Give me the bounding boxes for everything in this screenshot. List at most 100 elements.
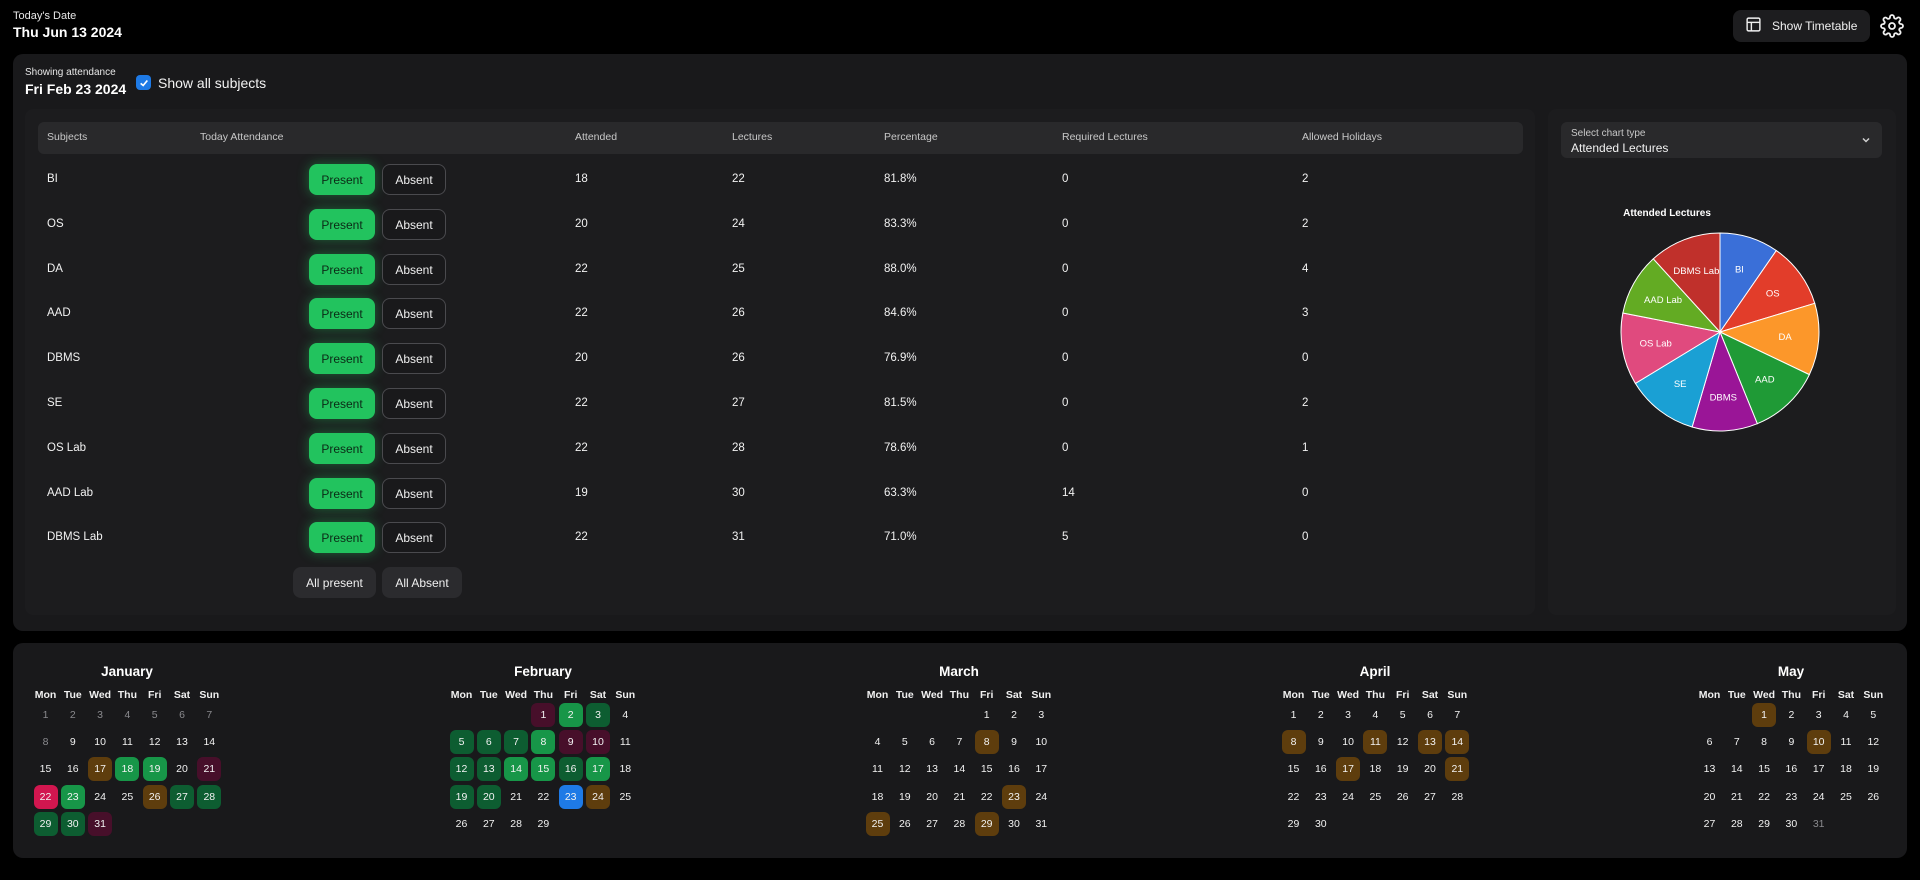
calendar-day[interactable]: 5 [1861, 703, 1885, 727]
calendar-day[interactable]: 19 [449, 784, 474, 809]
calendar-day[interactable]: 18 [1363, 757, 1387, 781]
calendar-day[interactable]: 20 [170, 757, 194, 781]
calendar-day[interactable]: 9 [558, 730, 583, 755]
calendar-day[interactable]: 5 [1391, 703, 1415, 727]
calendar-day[interactable]: 15 [1752, 757, 1776, 781]
calendar-day[interactable]: 12 [893, 757, 917, 781]
calendar-day[interactable]: 18 [613, 757, 637, 781]
calendar-day[interactable]: 18 [866, 785, 890, 809]
calendar-day[interactable]: 28 [947, 812, 971, 836]
absent-button[interactable]: Absent [382, 209, 446, 240]
calendar-day[interactable]: 9 [1779, 730, 1803, 754]
calendar-day[interactable]: 30 [1002, 812, 1026, 836]
present-button[interactable]: Present [309, 164, 375, 195]
calendar-day[interactable]: 28 [504, 812, 528, 836]
calendar-day[interactable]: 22 [1752, 785, 1776, 809]
calendar-day[interactable]: 7 [947, 730, 971, 754]
present-button[interactable]: Present [309, 522, 375, 553]
present-button[interactable]: Present [309, 298, 375, 329]
chevron-down-icon[interactable] [1860, 133, 1872, 145]
calendar-day[interactable]: 1 [975, 703, 999, 727]
absent-button[interactable]: Absent [382, 478, 446, 509]
calendar-day[interactable]: 28 [1445, 785, 1469, 809]
calendar-day[interactable]: 6 [476, 730, 501, 755]
present-button[interactable]: Present [309, 254, 375, 285]
calendar-day[interactable]: 16 [558, 757, 583, 782]
calendar-day[interactable]: 19 [1391, 757, 1415, 781]
calendar-day[interactable]: 8 [974, 730, 999, 755]
absent-button[interactable]: Absent [382, 298, 446, 329]
calendar-day[interactable]: 30 [60, 811, 85, 836]
calendar-day[interactable]: 20 [476, 784, 501, 809]
calendar-day[interactable]: 18 [115, 757, 140, 782]
calendar-day[interactable]: 26 [450, 812, 474, 836]
calendar-day[interactable]: 10 [88, 730, 112, 754]
show-all-subjects-label[interactable]: Show all subjects [158, 75, 266, 91]
present-button[interactable]: Present [309, 478, 375, 509]
calendar-day[interactable]: 22 [975, 785, 999, 809]
calendar-day[interactable]: 31 [88, 811, 113, 836]
show-all-subjects-checkbox[interactable] [136, 75, 151, 90]
absent-button[interactable]: Absent [382, 388, 446, 419]
calendar-day[interactable]: 27 [170, 784, 194, 809]
calendar-day[interactable]: 13 [476, 757, 501, 782]
calendar-day[interactable]: 11 [866, 757, 890, 781]
calendar-day[interactable]: 4 [613, 703, 637, 727]
calendar-day[interactable]: 6 [170, 703, 194, 727]
calendar-day[interactable]: 30 [1779, 812, 1803, 836]
calendar-day[interactable]: 17 [586, 757, 610, 782]
calendar-day[interactable]: 3 [1807, 703, 1831, 727]
absent-button[interactable]: Absent [382, 522, 446, 553]
calendar-day[interactable]: 5 [893, 730, 917, 754]
calendar-day[interactable]: 20 [1418, 757, 1442, 781]
calendar-day[interactable]: 21 [504, 785, 528, 809]
calendar-day[interactable]: 21 [1725, 785, 1749, 809]
calendar-day[interactable]: 19 [142, 757, 167, 782]
calendar-day[interactable]: 3 [1336, 703, 1360, 727]
calendar-day[interactable]: 15 [34, 757, 58, 781]
calendar-day[interactable]: 6 [1698, 730, 1722, 754]
all-absent-button[interactable]: All Absent [382, 567, 462, 598]
calendar-day[interactable]: 17 [1029, 757, 1053, 781]
calendar-day[interactable]: 12 [143, 730, 167, 754]
calendar-day[interactable]: 16 [1309, 757, 1333, 781]
calendar-day[interactable]: 9 [1309, 730, 1333, 754]
calendar-day[interactable]: 23 [60, 784, 85, 809]
calendar-day[interactable]: 14 [1725, 757, 1749, 781]
calendar-day[interactable]: 10 [1806, 730, 1831, 755]
present-button[interactable]: Present [309, 388, 375, 419]
calendar-day[interactable]: 14 [947, 757, 971, 781]
calendar-day[interactable]: 1 [1752, 703, 1777, 727]
calendar-day[interactable]: 8 [34, 730, 58, 754]
calendar-day[interactable]: 25 [115, 785, 139, 809]
calendar-day[interactable]: 4 [1363, 703, 1387, 727]
calendar-day[interactable]: 4 [115, 703, 139, 727]
calendar-day[interactable]: 15 [1282, 757, 1306, 781]
present-button[interactable]: Present [309, 343, 375, 374]
calendar-day[interactable]: 14 [197, 730, 221, 754]
calendar-day[interactable]: 26 [1861, 785, 1885, 809]
calendar-day[interactable]: 9 [1002, 730, 1026, 754]
calendar-day[interactable]: 11 [613, 730, 637, 754]
calendar-day[interactable]: 16 [1002, 757, 1026, 781]
calendar-day[interactable]: 8 [1281, 730, 1306, 755]
calendar-day[interactable]: 30 [1309, 812, 1333, 836]
calendar-day[interactable]: 6 [1418, 703, 1442, 727]
calendar-day[interactable]: 25 [1834, 785, 1858, 809]
calendar-day[interactable]: 6 [920, 730, 944, 754]
absent-button[interactable]: Absent [382, 433, 446, 464]
calendar-day[interactable]: 2 [1002, 703, 1026, 727]
calendar-day[interactable]: 17 [1807, 757, 1831, 781]
calendar-day[interactable]: 29 [33, 811, 58, 836]
calendar-day[interactable]: 24 [1336, 785, 1360, 809]
calendar-day[interactable]: 10 [1336, 730, 1360, 754]
calendar-day[interactable]: 2 [558, 703, 583, 727]
calendar-day[interactable]: 10 [1029, 730, 1053, 754]
calendar-day[interactable]: 14 [504, 757, 529, 782]
calendar-day[interactable]: 19 [893, 785, 917, 809]
all-present-button[interactable]: All present [293, 567, 376, 598]
calendar-day[interactable]: 23 [558, 784, 583, 809]
calendar-day[interactable]: 5 [449, 730, 474, 755]
calendar-day[interactable]: 13 [1418, 730, 1442, 755]
calendar-day[interactable]: 29 [1282, 812, 1306, 836]
